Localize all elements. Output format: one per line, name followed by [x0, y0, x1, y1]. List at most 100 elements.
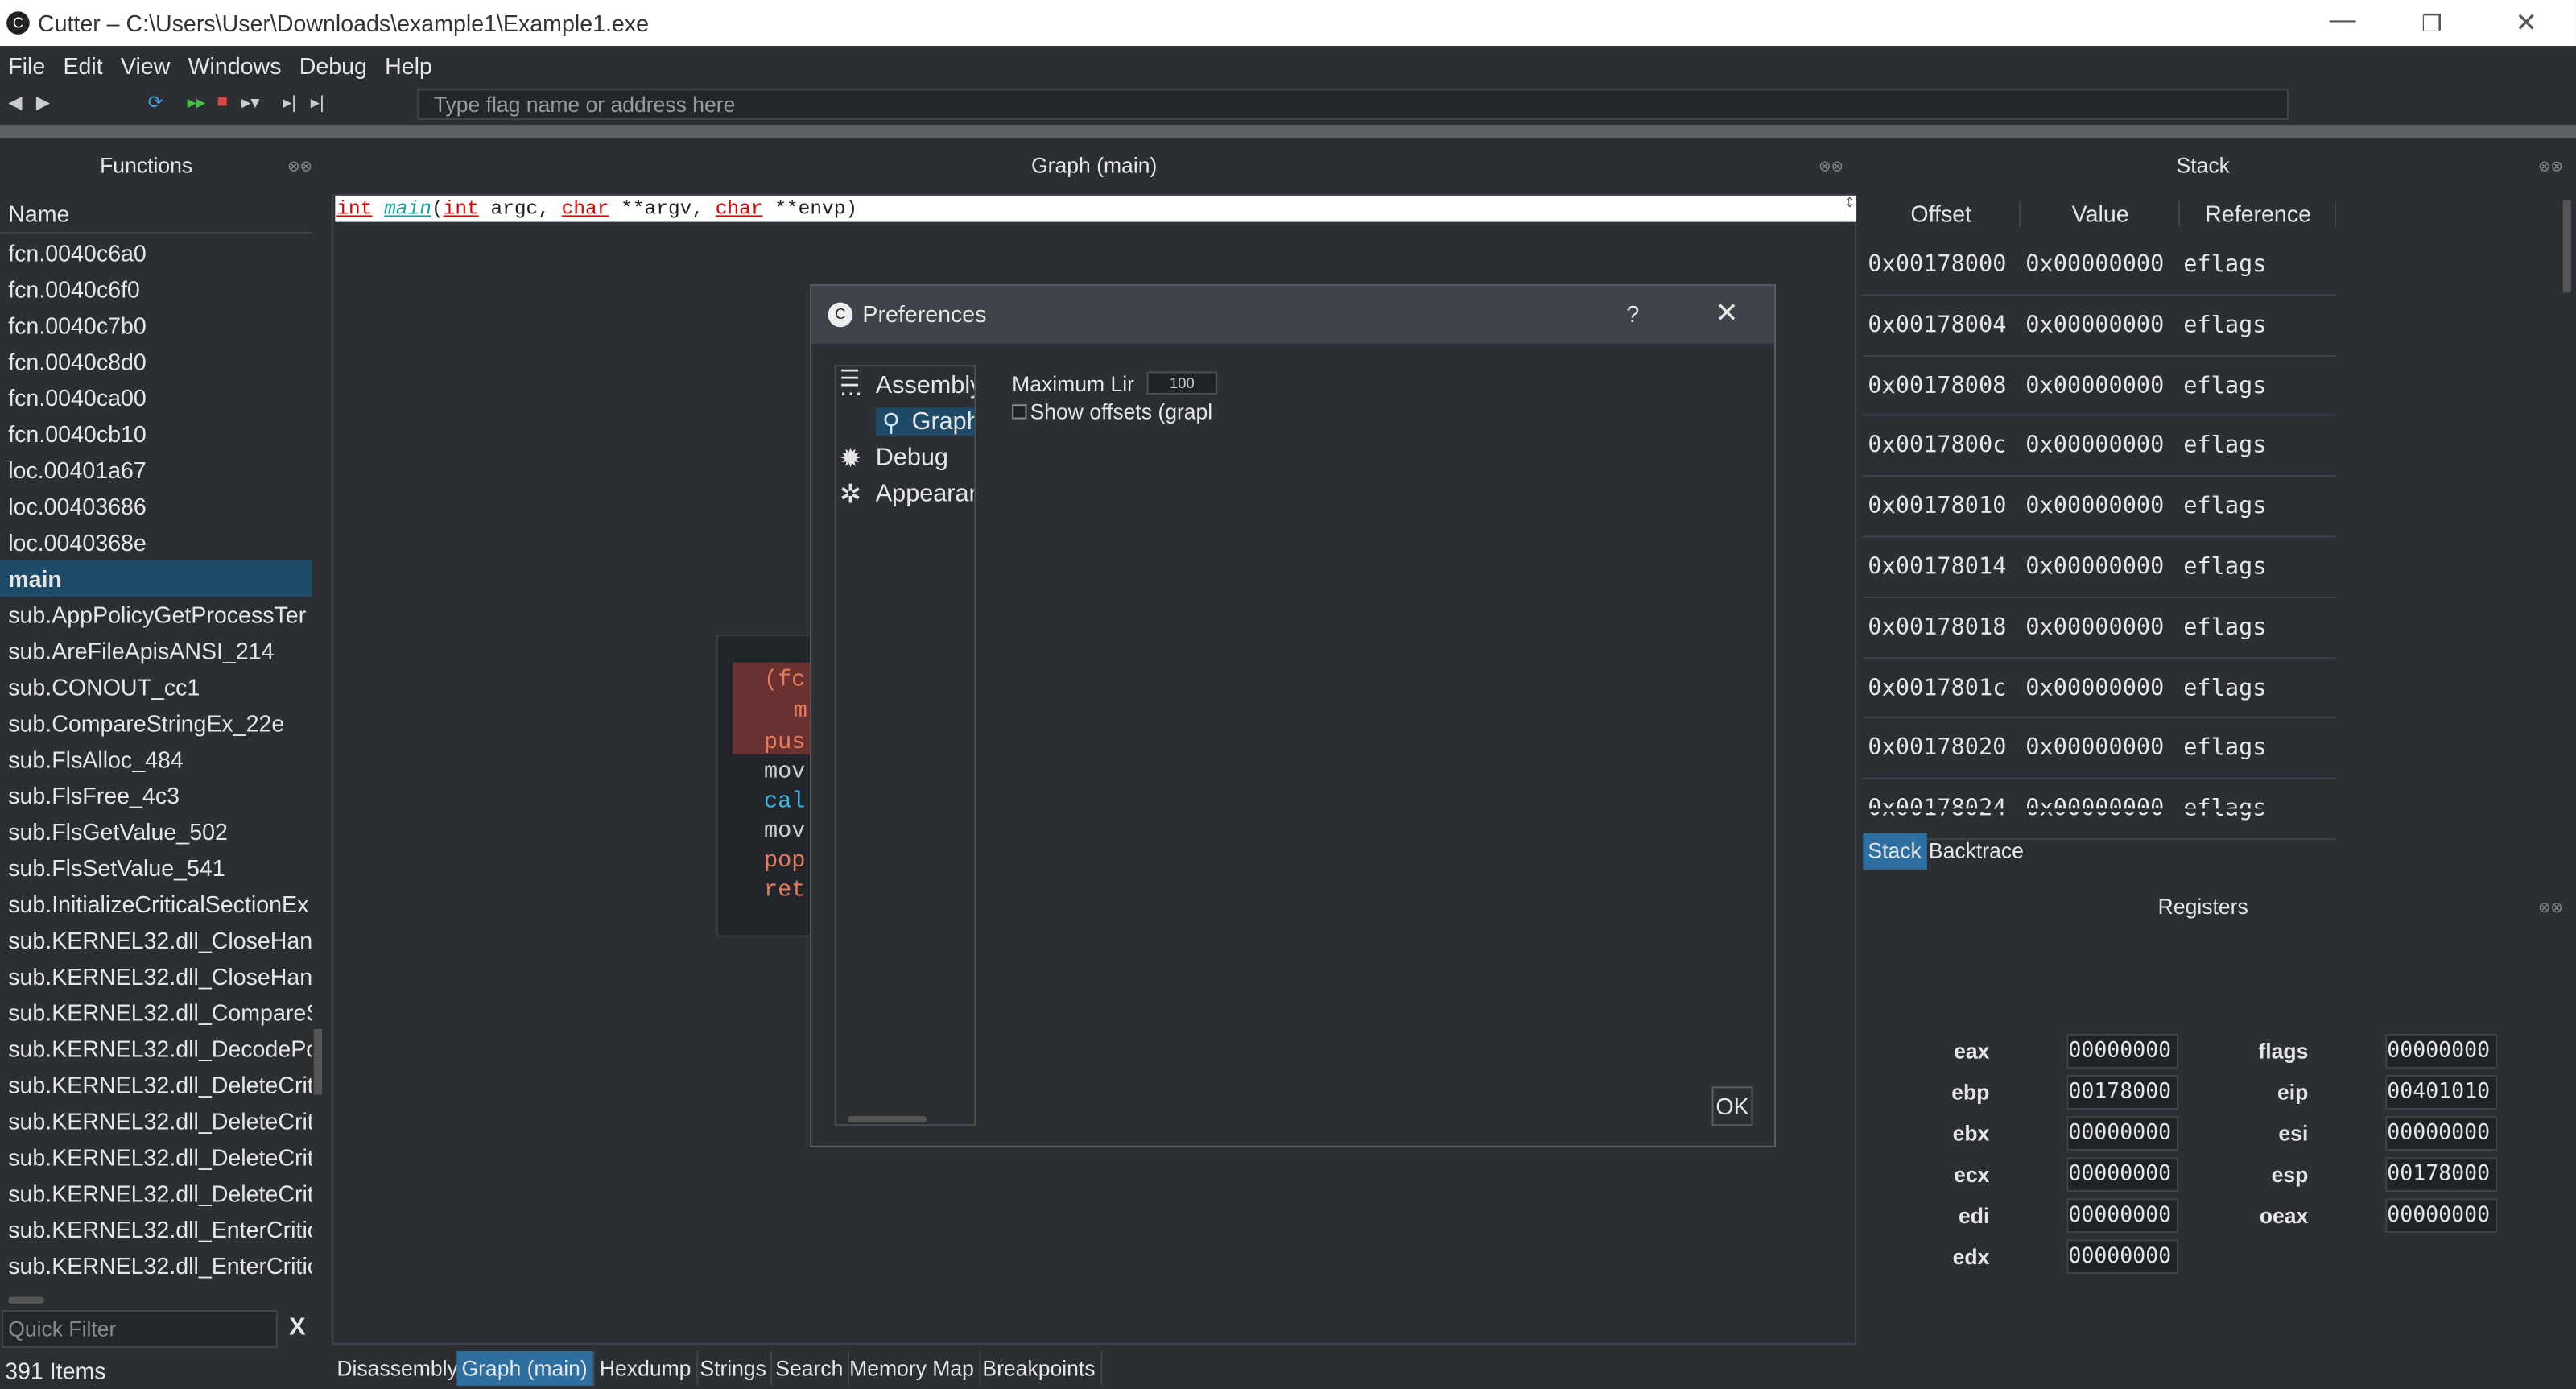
register-value-field[interactable]: 00000000	[2385, 1198, 2498, 1234]
function-item[interactable]: fcn.0040ca00	[0, 380, 312, 416]
function-item[interactable]: sub.FlsGetValue_502	[0, 813, 312, 850]
minimize-icon[interactable]: —	[2330, 6, 2356, 36]
stack-row[interactable]: 0x00178014 0x00000000 eflags	[1863, 538, 2337, 598]
function-item[interactable]: fcn.0040cb10	[0, 415, 312, 452]
register-value-field[interactable]: 00000000	[2385, 1116, 2498, 1151]
tab-strings[interactable]: Strings	[695, 1351, 774, 1386]
register-value-field[interactable]: 00178000	[2385, 1157, 2498, 1193]
menu-file[interactable]: File	[8, 52, 45, 79]
function-item[interactable]: sub.KERNEL32.dll_EnterCritic	[0, 1212, 312, 1248]
register-value-field[interactable]: 00000000	[2066, 1157, 2179, 1193]
tab-graph[interactable]: Graph (main)	[456, 1351, 594, 1386]
functions-hscrollbar[interactable]	[0, 1292, 322, 1305]
clear-filter-button[interactable]: X	[289, 1313, 305, 1341]
function-item[interactable]: sub.KERNEL32.dll_DeleteCriti	[0, 1139, 312, 1176]
stack-scroll-thumb[interactable]	[2562, 200, 2571, 293]
function-item[interactable]: sub.KERNEL32.dll_DeleteCriti	[0, 1067, 312, 1103]
restore-icon[interactable]: ❐	[2421, 10, 2442, 38]
function-item[interactable]: sub.KERNEL32.dll_DeleteCriti	[0, 1103, 312, 1139]
step-out-icon[interactable]: ▸|	[311, 92, 324, 113]
ok-button[interactable]: OK	[1711, 1086, 1753, 1126]
function-item[interactable]: sub.InitializeCriticalSectionEx	[0, 886, 312, 922]
arrow-left-icon[interactable]: ◀	[8, 92, 22, 113]
continue-icon[interactable]: ▸▸	[188, 92, 206, 113]
address-search-input[interactable]: Type flag name or address here	[417, 89, 2289, 121]
nav-hscroll-thumb[interactable]	[848, 1116, 927, 1123]
function-item[interactable]: fcn.0040c8d0	[0, 344, 312, 380]
register-value-field[interactable]: 00178000	[2066, 1075, 2179, 1110]
close-icon[interactable]: ✕	[1715, 297, 1739, 330]
help-button[interactable]: ?	[1626, 301, 1639, 328]
function-item[interactable]: sub.AreFileApisANSI_214	[0, 633, 312, 669]
dock-float-icon[interactable]: ⊗⊗	[1818, 158, 1843, 176]
function-item[interactable]: loc.00401a67	[0, 452, 312, 488]
menu-edit[interactable]: Edit	[63, 52, 102, 79]
function-item[interactable]: sub.KERNEL32.dll_CompareS	[0, 994, 312, 1031]
function-item[interactable]: fcn.0040c6a0	[0, 235, 312, 271]
arrow-right-icon[interactable]: ▶	[36, 92, 50, 113]
register-value-field[interactable]: 00000000	[2066, 1198, 2179, 1234]
stack-row[interactable]: 0x00178004 0x00000000 eflags	[1863, 296, 2337, 357]
register-value-field[interactable]: 00000000	[2385, 1034, 2498, 1069]
menu-view[interactable]: View	[121, 52, 170, 79]
tab-hexdump[interactable]: Hexdump	[595, 1351, 698, 1386]
quick-filter-input[interactable]: Quick Filter	[2, 1309, 278, 1348]
function-item[interactable]: sub.KERNEL32.dll_CloseHanc	[0, 922, 312, 958]
function-item[interactable]: main	[0, 560, 312, 597]
col-value[interactable]: Value	[2022, 200, 2181, 227]
nav-debug[interactable]: Debug	[876, 444, 948, 472]
function-item[interactable]: sub.KERNEL32.dll_EnterCritic	[0, 1247, 312, 1284]
nav-assembly[interactable]: Assembly	[876, 371, 974, 399]
function-item[interactable]: sub.FlsAlloc_484	[0, 742, 312, 778]
functions-scroll-thumb[interactable]	[313, 1028, 322, 1095]
register-value-field[interactable]: 00000000	[2066, 1116, 2179, 1151]
function-item[interactable]: sub.KERNEL32.dll_DecodePo	[0, 1031, 312, 1067]
register-value-field[interactable]: 00000000	[2066, 1034, 2179, 1069]
dock-float-icon[interactable]: ⊗⊗	[2538, 899, 2563, 917]
nav-appearance[interactable]: Appearan	[876, 480, 974, 508]
stack-row[interactable]: 0x0017801c 0x00000000 eflags	[1863, 659, 2337, 719]
tab-breakpoints[interactable]: Breakpoints	[977, 1351, 1102, 1386]
function-item[interactable]: loc.00403686	[0, 488, 312, 524]
function-item[interactable]: sub.CompareStringEx_22e	[0, 705, 312, 742]
function-item[interactable]: sub.FlsSetValue_541	[0, 850, 312, 886]
register-value-field[interactable]: 00000000	[2066, 1239, 2179, 1275]
show-offsets-checkbox[interactable]	[1012, 404, 1027, 420]
function-item[interactable]: fcn.0040c7b0	[0, 308, 312, 344]
step-over-icon[interactable]: ▸|	[283, 92, 296, 113]
stack-row[interactable]: 0x00178010 0x00000000 eflags	[1863, 477, 2337, 538]
col-reference[interactable]: Reference	[2182, 200, 2337, 227]
register-value-field[interactable]: 00401010	[2385, 1075, 2498, 1110]
function-item[interactable]: sub.KERNEL32.dll_CloseHanc	[0, 958, 312, 994]
tab-stack[interactable]: Stack	[1863, 833, 1926, 870]
step-icon[interactable]: ▸▾	[242, 92, 260, 113]
menu-windows[interactable]: Windows	[188, 52, 282, 79]
dock-float-icon[interactable]: ⊗⊗	[287, 158, 312, 176]
functions-scrollbar[interactable]	[312, 193, 326, 1296]
function-item[interactable]: sub.AppPolicyGetProcessTer	[0, 597, 312, 633]
stack-row[interactable]: 0x00178018 0x00000000 eflags	[1863, 598, 2337, 659]
restart-icon[interactable]: ⟳	[148, 92, 163, 113]
col-offset[interactable]: Offset	[1863, 200, 2021, 227]
stack-row[interactable]: 0x0017800c 0x00000000 eflags	[1863, 416, 2337, 477]
function-item[interactable]: loc.0040368e	[0, 524, 312, 560]
max-lines-spinbox[interactable]: 100	[1146, 371, 1218, 395]
close-window-icon[interactable]: ✕	[2515, 6, 2537, 39]
tab-memory-map[interactable]: Memory Map	[844, 1351, 981, 1386]
signature-spin-icon[interactable]: ⇕	[1843, 195, 1857, 222]
stack-row[interactable]: 0x00178020 0x00000000 eflags	[1863, 719, 2337, 780]
menu-debug[interactable]: Debug	[299, 52, 367, 79]
functions-column-header[interactable]: Name	[0, 193, 312, 234]
function-item[interactable]: sub.KERNEL32.dll_DeleteCriti	[0, 1176, 312, 1212]
tab-search[interactable]: Search	[770, 1351, 850, 1386]
tab-backtrace[interactable]: Backtrace	[1924, 833, 2029, 870]
functions-hscroll-thumb[interactable]	[8, 1296, 45, 1304]
stack-row[interactable]: 0x00178000 0x00000000 eflags	[1863, 235, 2337, 296]
function-item[interactable]: fcn.0040c6f0	[0, 271, 312, 308]
tab-disassembly[interactable]: Disassembly	[332, 1351, 464, 1386]
stop-icon[interactable]: ■	[217, 92, 228, 111]
function-item[interactable]: sub.FlsFree_4c3	[0, 778, 312, 814]
function-item[interactable]: sub.CONOUT_cc1	[0, 669, 312, 705]
dock-float-icon[interactable]: ⊗⊗	[2538, 158, 2563, 176]
stack-row[interactable]: 0x00178008 0x00000000 eflags	[1863, 356, 2337, 417]
